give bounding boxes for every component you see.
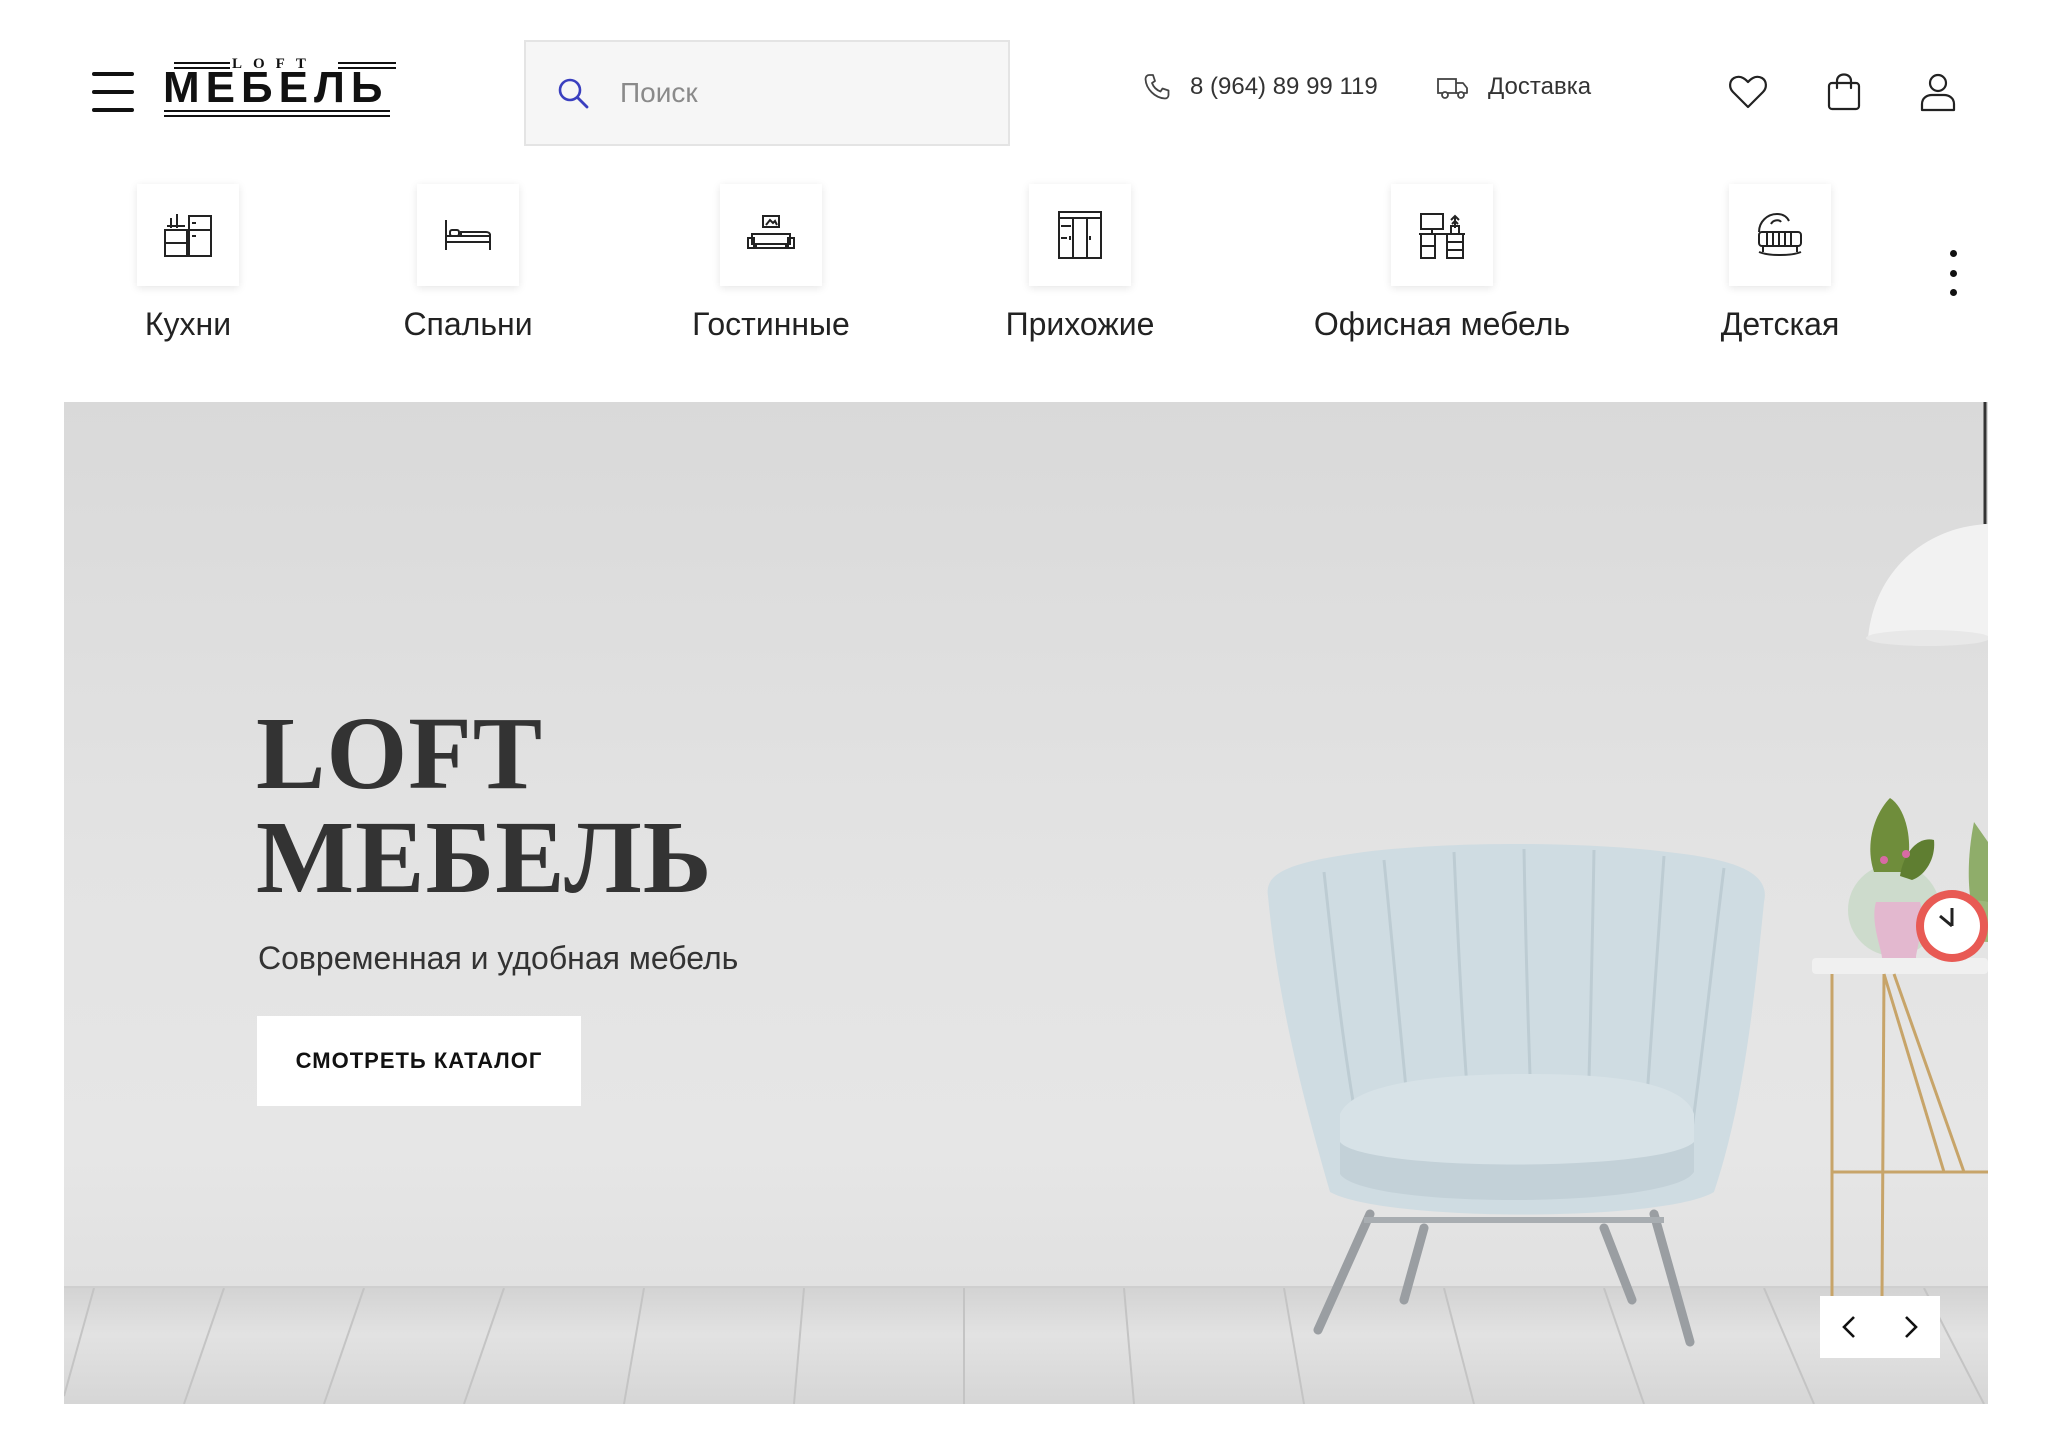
phone-link[interactable]: 8 (964) 89 99 119 [1142,72,1378,102]
category-label: Кухни [144,306,232,342]
category-office-furniture[interactable]: Офисная мебель [1312,184,1572,343]
phone-icon [1144,74,1170,100]
hero-subtitle: Современная и удобная мебель [258,940,739,976]
slider-prev-button[interactable] [1820,1296,1880,1358]
category-label: Спальни [403,306,533,342]
delivery-label: Доставка [1488,73,1592,100]
category-label: Детская [1720,306,1840,342]
chevron-right-icon [1905,1316,1918,1338]
search-icon[interactable] [556,76,590,110]
category-hallways[interactable]: Прихожие [995,184,1165,343]
living-room-icon [747,215,795,249]
search-input[interactable] [618,76,978,110]
category-label: Прихожие [1005,306,1155,342]
truck-icon [1437,78,1468,99]
phone-number: 8 (964) 89 99 119 [1190,73,1378,100]
wardrobe-icon [1058,211,1102,259]
hero-title-line1: LOFT [256,696,544,811]
crib-icon [1758,212,1802,256]
category-kitchens[interactable]: Кухни [113,184,263,343]
logo-text-mebel: МЕБЕЛЬ [163,63,389,112]
shopping-bag-icon[interactable] [1822,70,1866,114]
more-categories-icon[interactable] [1946,250,1960,296]
slider-navigation [1820,1296,1940,1358]
category-bedrooms[interactable]: Спальни [388,184,548,343]
category-label: Офисная мебель [1313,306,1571,342]
category-living-rooms[interactable]: Гостинные [676,184,866,343]
bed-icon [445,220,491,250]
user-icon[interactable] [1916,70,1960,114]
category-label: Гостинные [692,306,850,342]
hero-title: LOFT МЕБЕЛЬ [256,702,713,910]
site-logo[interactable]: LOFT МЕБЕЛЬ [160,56,400,120]
category-kids[interactable]: Детская [1712,184,1848,343]
hamburger-menu-icon[interactable] [92,72,134,112]
heart-icon[interactable] [1726,70,1770,114]
delivery-link[interactable]: Доставка [1436,72,1591,102]
hero-banner: LOFT МЕБЕЛЬ Современная и удобная мебель… [64,402,1988,1404]
slider-next-button[interactable] [1880,1296,1940,1358]
kitchen-icon [164,214,212,257]
search-bar[interactable] [524,40,1010,146]
site-header: LOFT МЕБЕЛЬ 8 (964) 89 99 119 Доставка [0,0,2048,180]
chevron-left-icon [1842,1316,1855,1338]
hero-title-line2: МЕБЕЛЬ [256,800,713,915]
view-catalog-button[interactable]: СМОТРЕТЬ КАТАЛОГ [257,1016,581,1106]
office-desk-icon [1419,213,1465,259]
